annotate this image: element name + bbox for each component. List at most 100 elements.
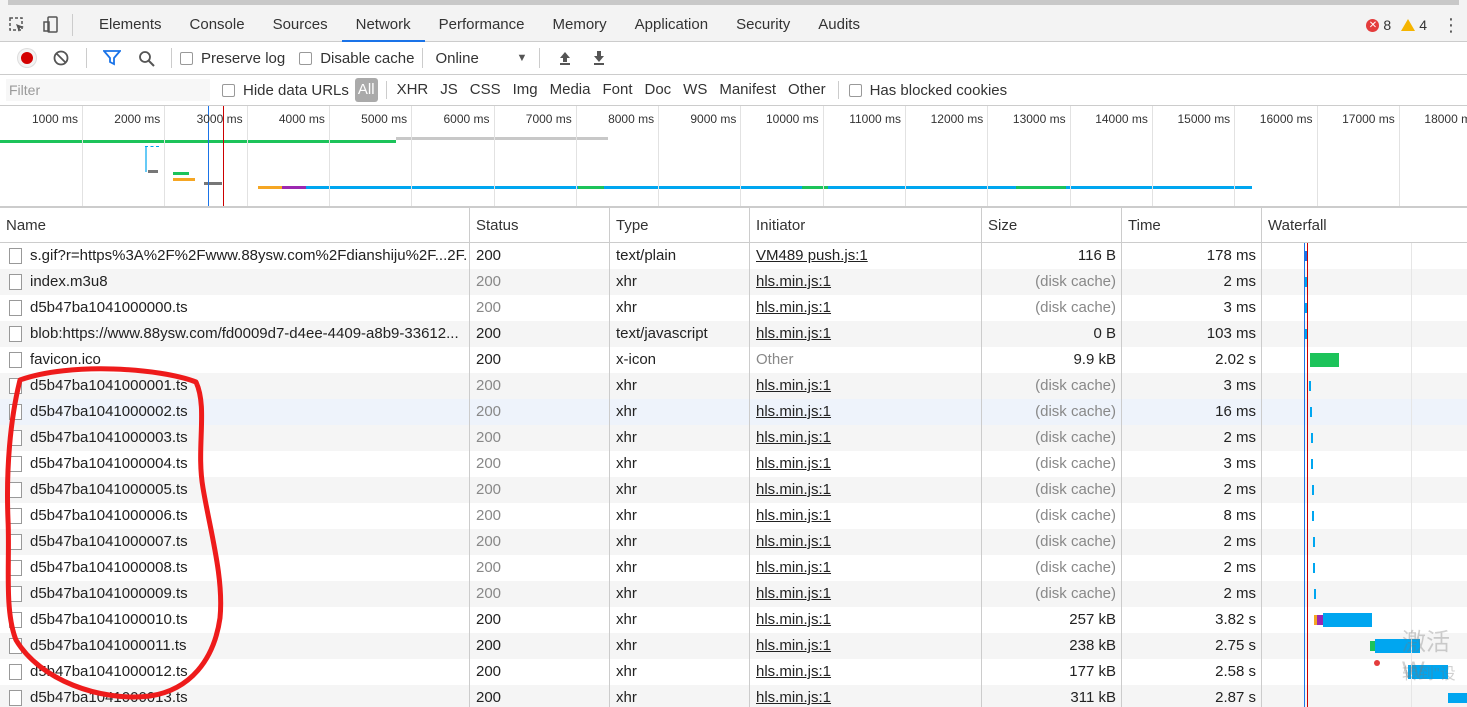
column-name-header[interactable]: Name [0, 208, 46, 243]
table-row[interactable]: index.m3u8 200 xhr hls.min.js:1 (disk cache)… [0, 269, 1467, 295]
request-size: 116 B [1077, 247, 1116, 264]
checkbox-box[interactable] [180, 51, 193, 65]
tab-elements[interactable]: Elements [85, 8, 176, 42]
column-waterfall-header[interactable]: Waterfall [1262, 208, 1327, 243]
has-blocked-cookies-checkbox[interactable]: Has blocked cookies [848, 81, 1008, 99]
request-initiator[interactable]: hls.min.js:1 [756, 425, 976, 451]
table-row[interactable]: d5b47ba1041000008.ts 200 xhr hls.min.js:1 (d… [0, 555, 1467, 581]
column-size-header[interactable]: Size [982, 208, 1017, 243]
column-time-header[interactable]: Time [1122, 208, 1161, 243]
filter-type-manifest[interactable]: Manifest [713, 78, 782, 102]
request-initiator[interactable]: hls.min.js:1 [756, 295, 976, 321]
request-initiator[interactable]: hls.min.js:1 [756, 373, 976, 399]
hide-data-urls-checkbox[interactable]: Hide data URLs [222, 82, 349, 99]
filter-icon [103, 50, 121, 66]
table-row[interactable]: d5b47ba1041000001.ts 200 xhr hls.min.js:1 (d… [0, 373, 1467, 399]
clear-button[interactable] [44, 43, 78, 73]
request-status: 200 [476, 247, 502, 264]
tab-audits[interactable]: Audits [804, 8, 874, 42]
overview-tick-label: 1000 ms [31, 112, 78, 126]
issue-counters[interactable]: ✕ 8 4 [1366, 8, 1427, 42]
overview-bar [802, 186, 828, 189]
scroll-thumb[interactable] [8, 0, 1459, 5]
filter-type-xhr[interactable]: XHR [391, 78, 435, 102]
table-row[interactable]: d5b47ba1041000013.ts 200 xhr hls.min.js:1 31… [0, 685, 1467, 707]
table-row[interactable]: d5b47ba1041000010.ts 200 xhr hls.min.js:1 25… [0, 607, 1467, 633]
table-row[interactable]: d5b47ba1041000012.ts 200 xhr hls.min.js:1 17… [0, 659, 1467, 685]
tab-console[interactable]: Console [176, 8, 259, 42]
filter-type-ws[interactable]: WS [677, 78, 713, 102]
column-initiator-header[interactable]: Initiator [750, 208, 805, 243]
device-toolbar-icon[interactable] [34, 8, 68, 42]
has-blocked-cookies-label: Has blocked cookies [869, 81, 1008, 99]
filter-type-font[interactable]: Font [596, 78, 638, 102]
filter-type-js[interactable]: JS [434, 78, 464, 102]
throttle-select[interactable]: Online ▼ [431, 50, 531, 67]
overview-tick-label: 3000 ms [196, 112, 243, 126]
column-status-header[interactable]: Status [470, 208, 519, 243]
tab-memory[interactable]: Memory [539, 8, 621, 42]
tab-security[interactable]: Security [722, 8, 804, 42]
filter-type-img[interactable]: Img [507, 78, 544, 102]
tab-network[interactable]: Network [341, 8, 425, 42]
request-initiator[interactable]: hls.min.js:1 [756, 555, 976, 581]
table-row[interactable]: d5b47ba1041000011.ts 200 xhr hls.min.js:1 23… [0, 633, 1467, 659]
file-icon [9, 378, 22, 394]
export-har-button[interactable] [582, 43, 616, 73]
checkbox-box[interactable] [299, 51, 313, 65]
overview-tick-label: 7000 ms [525, 112, 572, 126]
request-type: xhr [616, 689, 637, 706]
checkbox-box[interactable] [848, 83, 862, 97]
table-row[interactable]: d5b47ba1041000002.ts 200 xhr hls.min.js:1 (d… [0, 399, 1467, 425]
filter-type-media[interactable]: Media [544, 78, 597, 102]
overview-tick-label: 13000 ms [1012, 112, 1066, 126]
table-row[interactable]: d5b47ba1041000006.ts 200 xhr hls.min.js:1 (d… [0, 503, 1467, 529]
filter-input[interactable]: Filter [6, 79, 210, 101]
request-initiator[interactable]: hls.min.js:1 [756, 321, 976, 347]
request-initiator[interactable]: hls.min.js:1 [756, 399, 976, 425]
table-row[interactable]: d5b47ba1041000004.ts 200 xhr hls.min.js:1 (d… [0, 451, 1467, 477]
request-initiator[interactable]: hls.min.js:1 [756, 685, 976, 707]
filter-type-css[interactable]: CSS [464, 78, 507, 102]
request-initiator[interactable]: hls.min.js:1 [756, 503, 976, 529]
filter-type-other[interactable]: Other [782, 78, 832, 102]
table-row[interactable]: d5b47ba1041000005.ts 200 xhr hls.min.js:1 (d… [0, 477, 1467, 503]
request-initiator[interactable]: VM489 push.js:1 [756, 243, 976, 269]
request-type: xhr [616, 481, 637, 498]
tab-sources[interactable]: Sources [259, 8, 342, 42]
request-initiator[interactable]: hls.min.js:1 [756, 529, 976, 555]
table-row[interactable]: blob:https://www.88ysw.com/fd0009d7-d4ee… [0, 321, 1467, 347]
filter-type-doc[interactable]: Doc [638, 78, 677, 102]
checkbox-box[interactable] [222, 83, 235, 97]
inspect-element-icon[interactable] [0, 8, 34, 42]
request-initiator[interactable]: hls.min.js:1 [756, 607, 976, 633]
preserve-log-checkbox[interactable]: Preserve log [180, 50, 285, 67]
table-row[interactable]: d5b47ba1041000007.ts 200 xhr hls.min.js:1 (d… [0, 529, 1467, 555]
overview-tick-label: 8000 ms [608, 112, 655, 126]
request-initiator[interactable]: hls.min.js:1 [756, 659, 976, 685]
request-name: d5b47ba1041000008.ts [30, 559, 188, 576]
request-size: 257 kB [1069, 611, 1116, 628]
request-size: (disk cache) [1035, 403, 1116, 420]
tab-application[interactable]: Application [621, 8, 722, 42]
table-row[interactable]: d5b47ba1041000003.ts 200 xhr hls.min.js:1 (d… [0, 425, 1467, 451]
filter-toggle-button[interactable] [95, 43, 129, 73]
table-row[interactable]: d5b47ba1041000009.ts 200 xhr hls.min.js:1 (d… [0, 581, 1467, 607]
table-row[interactable]: s.gif?r=https%3A%2F%2Fwww.88ysw.com%2Fdi… [0, 243, 1467, 269]
request-initiator[interactable]: hls.min.js:1 [756, 269, 976, 295]
more-options-icon[interactable]: ⋮ [1441, 8, 1461, 42]
filter-type-all[interactable]: All [354, 78, 378, 102]
table-row[interactable]: favicon.ico 200 x-icon Other 9.9 kB 2.02 s [0, 347, 1467, 373]
request-initiator[interactable]: hls.min.js:1 [756, 477, 976, 503]
search-button[interactable] [129, 43, 163, 73]
request-initiator[interactable]: hls.min.js:1 [756, 633, 976, 659]
column-type-header[interactable]: Type [610, 208, 649, 243]
timeline-overview[interactable]: 1000 ms 2000 ms 3000 ms 4000 ms 5000 ms 6000 … [0, 106, 1467, 208]
table-row[interactable]: d5b47ba1041000000.ts 200 xhr hls.min.js:1 (d… [0, 295, 1467, 321]
request-initiator[interactable]: hls.min.js:1 [756, 451, 976, 477]
record-button[interactable] [10, 43, 44, 73]
request-initiator[interactable]: hls.min.js:1 [756, 581, 976, 607]
import-har-button[interactable] [548, 43, 582, 73]
tab-performance[interactable]: Performance [425, 8, 539, 42]
disable-cache-checkbox[interactable]: Disable cache [299, 50, 414, 67]
